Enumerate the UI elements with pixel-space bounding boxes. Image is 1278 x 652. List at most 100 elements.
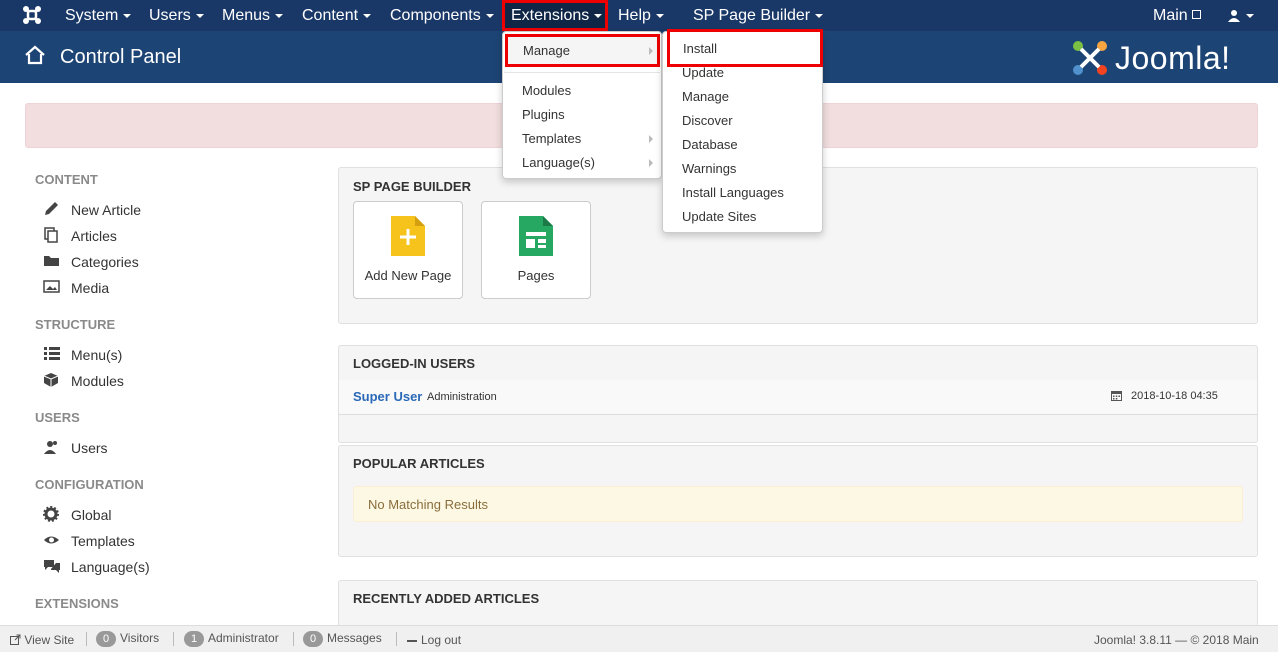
admins-status[interactable]: 1 Administrator bbox=[184, 631, 279, 647]
panel-title: SP PAGE BUILDER bbox=[353, 179, 471, 194]
user-role: Administration bbox=[427, 391, 497, 403]
tile-label: Add New Page bbox=[364, 268, 452, 283]
caret-down-icon bbox=[594, 13, 603, 18]
caret-down-icon bbox=[195, 13, 204, 18]
plus-document-icon bbox=[391, 216, 425, 256]
menu-item-update-sites[interactable]: Update Sites bbox=[682, 209, 756, 224]
divider bbox=[293, 632, 294, 646]
page-title: Control Panel bbox=[60, 46, 182, 68]
menu-item-warnings[interactable]: Warnings bbox=[682, 161, 736, 176]
tile-label: Pages bbox=[517, 268, 555, 283]
nav-site-link[interactable]: Main bbox=[1153, 0, 1201, 31]
pencil-icon bbox=[45, 202, 58, 215]
pages-document-icon bbox=[519, 216, 553, 256]
menu-item-manage[interactable]: Manage bbox=[505, 34, 660, 67]
table-row: Super User Administration 2018-10-18 04:… bbox=[338, 380, 1258, 415]
eye-icon bbox=[44, 536, 59, 544]
panel-title: LOGGED-IN USERS bbox=[353, 356, 476, 371]
folder-icon bbox=[44, 256, 59, 266]
version-info: Joomla! 3.8.11 — © 2018 Main bbox=[1094, 633, 1259, 647]
caret-down-icon bbox=[275, 13, 284, 18]
comments-icon bbox=[44, 560, 60, 573]
sidebar-section-content: CONTENT bbox=[35, 172, 98, 187]
sidebar-section-configuration: CONFIGURATION bbox=[35, 477, 144, 492]
nav-menus[interactable]: Menus bbox=[222, 0, 284, 31]
sidebar-item-new-article[interactable]: New Article bbox=[71, 202, 141, 218]
visitors-badge: 0 bbox=[96, 631, 116, 647]
external-link-icon bbox=[10, 634, 21, 645]
menu-item-modules[interactable]: Modules bbox=[522, 83, 571, 98]
menu-divider bbox=[504, 72, 660, 73]
nav-components[interactable]: Components bbox=[390, 0, 494, 31]
user-icon bbox=[1228, 9, 1240, 22]
nav-extensions[interactable]: Extensions bbox=[502, 0, 608, 31]
sidebar-item-media[interactable]: Media bbox=[71, 280, 109, 296]
menu-item-plugins[interactable]: Plugins bbox=[522, 107, 565, 122]
caret-down-icon bbox=[123, 13, 132, 18]
logout-link[interactable]: Log out bbox=[407, 633, 461, 647]
sidebar-item-articles[interactable]: Articles bbox=[71, 228, 117, 244]
sidebar-item-categories[interactable]: Categories bbox=[71, 254, 139, 270]
users-icon bbox=[44, 441, 57, 454]
divider bbox=[86, 632, 87, 646]
caret-down-icon bbox=[815, 13, 824, 18]
sidebar-section-extensions: EXTENSIONS bbox=[35, 596, 119, 611]
cube-icon bbox=[43, 373, 59, 387]
nav-sp-page-builder[interactable]: SP Page Builder bbox=[693, 0, 824, 31]
nav-system[interactable]: System bbox=[65, 0, 132, 31]
top-navbar: System Users Menus Content Components Ex… bbox=[0, 0, 1278, 31]
joomla-brand-text: Joomla! bbox=[1115, 40, 1231, 76]
list-icon bbox=[44, 347, 60, 360]
menu-item-languages[interactable]: Language(s) bbox=[522, 155, 595, 170]
messages-status[interactable]: 0 Messages bbox=[303, 631, 382, 647]
caret-down-icon bbox=[1246, 13, 1254, 18]
no-results-message: No Matching Results bbox=[353, 486, 1243, 522]
menu-item-discover[interactable]: Discover bbox=[682, 113, 733, 128]
divider bbox=[173, 632, 174, 646]
pages-tile[interactable]: Pages bbox=[481, 201, 591, 299]
nav-users[interactable]: Users bbox=[149, 0, 204, 31]
panel-title: POPULAR ARTICLES bbox=[353, 456, 485, 471]
admins-badge: 1 bbox=[184, 631, 204, 647]
caret-down-icon bbox=[655, 13, 664, 18]
menu-item-update[interactable]: Update bbox=[682, 65, 724, 80]
minus-icon bbox=[407, 639, 417, 642]
joomla-brand-icon bbox=[1073, 41, 1107, 75]
login-date: 2018-10-18 04:35 bbox=[1131, 390, 1218, 402]
extensions-dropdown: Manage Modules Plugins Templates Languag… bbox=[502, 31, 662, 179]
caret-down-icon bbox=[485, 13, 494, 18]
menu-item-manage[interactable]: Manage bbox=[682, 89, 729, 104]
sidebar-item-templates[interactable]: Templates bbox=[71, 533, 135, 549]
chevron-right-icon bbox=[649, 47, 653, 55]
caret-down-icon bbox=[363, 13, 372, 18]
sidebar-item-users[interactable]: Users bbox=[71, 440, 108, 456]
sidebar-item-menus[interactable]: Menu(s) bbox=[71, 347, 122, 363]
menu-item-install-languages[interactable]: Install Languages bbox=[682, 185, 784, 200]
add-new-page-tile[interactable]: Add New Page bbox=[353, 201, 463, 299]
sidebar-item-languages[interactable]: Language(s) bbox=[71, 559, 150, 575]
status-bar: View Site 0 Visitors 1 Administrator 0 Mess… bbox=[0, 625, 1278, 652]
sidebar-item-global[interactable]: Global bbox=[71, 507, 111, 523]
menu-item-install[interactable]: Install bbox=[667, 29, 823, 67]
user-name-link[interactable]: Super User bbox=[353, 389, 422, 404]
joomla-logo-icon[interactable] bbox=[22, 5, 42, 25]
gear-icon bbox=[43, 506, 59, 522]
messages-badge: 0 bbox=[303, 631, 323, 647]
menu-item-templates[interactable]: Templates bbox=[522, 131, 581, 146]
nav-help[interactable]: Help bbox=[618, 0, 664, 31]
external-link-icon bbox=[1191, 10, 1201, 19]
menu-item-database[interactable]: Database bbox=[682, 137, 738, 152]
manage-submenu: Install Update Manage Discover Database … bbox=[662, 29, 823, 233]
calendar-icon bbox=[1111, 391, 1122, 401]
panel-title: RECENTLY ADDED ARTICLES bbox=[353, 591, 540, 606]
nav-user-menu[interactable] bbox=[1227, 0, 1254, 31]
image-icon bbox=[43, 280, 60, 293]
view-site-link[interactable]: View Site bbox=[10, 633, 74, 647]
visitors-status[interactable]: 0 Visitors bbox=[96, 631, 159, 647]
sidebar-section-users: USERS bbox=[35, 410, 80, 425]
chevron-right-icon bbox=[649, 135, 653, 143]
home-icon bbox=[25, 45, 45, 65]
chevron-right-icon bbox=[649, 159, 653, 167]
sidebar-item-modules[interactable]: Modules bbox=[71, 373, 124, 389]
nav-content[interactable]: Content bbox=[302, 0, 372, 31]
